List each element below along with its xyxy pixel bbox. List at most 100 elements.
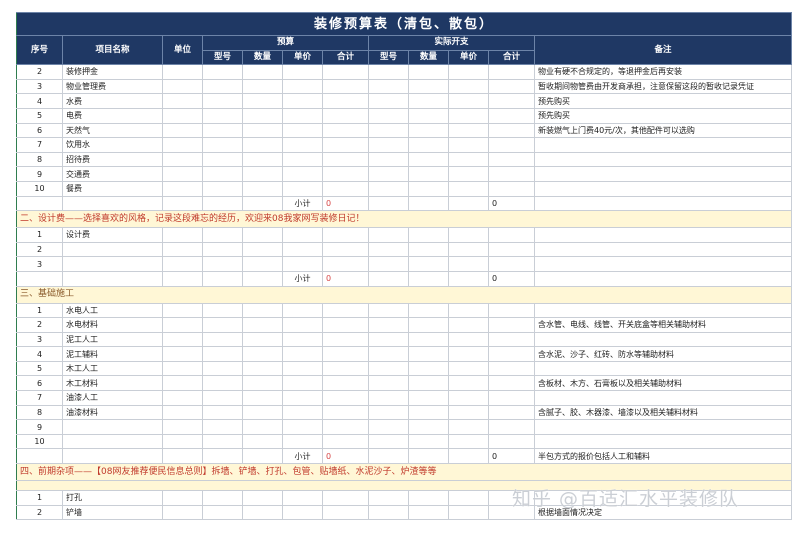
value-cell[interactable] [202, 122, 243, 139]
item-name-cell[interactable] [62, 256, 163, 272]
row-number-cell[interactable]: 10 [16, 180, 63, 197]
row-number-cell[interactable]: 2 [16, 64, 63, 80]
value-cell[interactable] [322, 419, 369, 435]
value-cell[interactable] [322, 390, 369, 406]
value-cell[interactable] [282, 227, 323, 243]
empty-cell[interactable] [62, 195, 163, 212]
value-cell[interactable] [408, 504, 449, 521]
value-cell[interactable] [488, 122, 535, 139]
value-cell[interactable] [488, 256, 535, 272]
subtotal-budget-cell[interactable]: 0 [322, 270, 369, 287]
value-cell[interactable] [322, 166, 369, 182]
subtotal-actual-cell[interactable]: 0 [488, 195, 535, 212]
col-header-actual-model[interactable]: 型号 [368, 49, 409, 66]
value-cell[interactable] [448, 375, 489, 392]
col-header-actual-qty[interactable]: 数量 [408, 49, 449, 66]
row-number-cell[interactable]: 2 [16, 504, 63, 521]
value-cell[interactable] [322, 433, 369, 450]
value-cell[interactable] [162, 346, 203, 362]
empty-cell[interactable] [16, 448, 63, 465]
value-cell[interactable] [162, 256, 203, 272]
value-cell[interactable] [448, 317, 489, 333]
value-cell[interactable] [368, 107, 409, 124]
value-cell[interactable] [488, 360, 535, 377]
value-cell[interactable] [162, 419, 203, 435]
row-number-cell[interactable]: 2 [16, 317, 63, 333]
item-name-cell[interactable]: 油漆人工 [62, 390, 163, 406]
value-cell[interactable] [368, 302, 409, 319]
empty-cell[interactable] [162, 448, 203, 465]
row-number-cell[interactable]: 9 [16, 419, 63, 435]
item-name-cell[interactable]: 油漆材料 [62, 404, 163, 421]
item-name-cell[interactable] [62, 419, 163, 435]
value-cell[interactable] [448, 404, 489, 421]
remark-cell[interactable] [533, 151, 793, 168]
value-cell[interactable] [242, 390, 283, 406]
value-cell[interactable] [408, 166, 449, 182]
remark-cell[interactable]: 预先购买 [533, 107, 793, 124]
value-cell[interactable] [202, 151, 243, 168]
value-cell[interactable] [322, 490, 369, 506]
value-cell[interactable] [322, 302, 369, 319]
empty-cell[interactable] [368, 195, 409, 212]
remark-cell[interactable] [533, 227, 793, 243]
value-cell[interactable] [162, 166, 203, 182]
value-cell[interactable] [202, 375, 243, 392]
value-cell[interactable] [282, 404, 323, 421]
value-cell[interactable] [368, 227, 409, 243]
col-header-budget-total[interactable]: 合计 [322, 49, 369, 66]
item-name-cell[interactable] [62, 433, 163, 450]
subtotal-label-cell[interactable]: 小计 [282, 448, 323, 465]
value-cell[interactable] [448, 390, 489, 406]
item-name-cell[interactable]: 电费 [62, 107, 163, 124]
value-cell[interactable] [448, 241, 489, 258]
value-cell[interactable] [282, 360, 323, 377]
value-cell[interactable] [162, 137, 203, 153]
empty-cell[interactable] [62, 270, 163, 287]
item-name-cell[interactable]: 招待费 [62, 151, 163, 168]
value-cell[interactable] [368, 317, 409, 333]
value-cell[interactable] [368, 490, 409, 506]
col-header-item[interactable]: 项目名称 [62, 34, 163, 66]
col-header-unit[interactable]: 单位 [162, 34, 203, 66]
value-cell[interactable] [242, 78, 283, 95]
value-cell[interactable] [282, 375, 323, 392]
value-cell[interactable] [488, 390, 535, 406]
item-name-cell[interactable]: 饮用水 [62, 137, 163, 153]
value-cell[interactable] [368, 433, 409, 450]
item-name-cell[interactable]: 木工人工 [62, 360, 163, 377]
empty-cell[interactable] [162, 270, 203, 287]
value-cell[interactable] [368, 360, 409, 377]
section-title-cell[interactable]: 二、设计费——选择喜欢的风格，记录这段难忘的经历，欢迎来08我家网写装修日记！ [15, 210, 793, 229]
row-number-cell[interactable]: 7 [16, 390, 63, 406]
value-cell[interactable] [488, 227, 535, 243]
item-name-cell[interactable]: 打孔 [62, 490, 163, 506]
row-number-cell[interactable]: 1 [16, 227, 63, 243]
value-cell[interactable] [368, 419, 409, 435]
col-header-actual[interactable]: 实际开支 [368, 35, 535, 51]
value-cell[interactable] [282, 302, 323, 319]
remark-cell[interactable] [533, 241, 793, 258]
empty-cell[interactable] [202, 195, 243, 212]
item-name-cell[interactable]: 泥工人工 [62, 331, 163, 348]
value-cell[interactable] [282, 166, 323, 182]
value-cell[interactable] [408, 331, 449, 348]
value-cell[interactable] [242, 331, 283, 348]
remark-cell[interactable] [533, 166, 793, 182]
value-cell[interactable] [368, 504, 409, 521]
empty-cell[interactable] [408, 195, 449, 212]
value-cell[interactable] [368, 331, 409, 348]
value-cell[interactable] [242, 302, 283, 319]
value-cell[interactable] [242, 256, 283, 272]
value-cell[interactable] [488, 419, 535, 435]
empty-cell[interactable] [408, 270, 449, 287]
value-cell[interactable] [242, 490, 283, 506]
value-cell[interactable] [448, 151, 489, 168]
value-cell[interactable] [162, 317, 203, 333]
value-cell[interactable] [242, 227, 283, 243]
value-cell[interactable] [368, 166, 409, 182]
col-header-budget-price[interactable]: 单价 [282, 49, 323, 66]
value-cell[interactable] [488, 317, 535, 333]
value-cell[interactable] [448, 302, 489, 319]
value-cell[interactable] [242, 346, 283, 362]
